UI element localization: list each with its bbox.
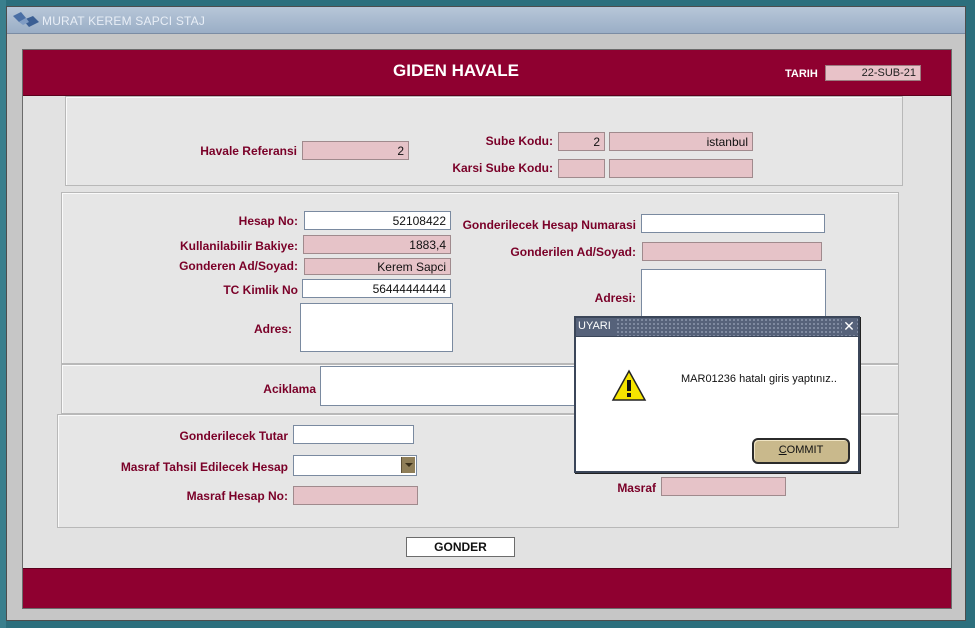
hesap-no-input[interactable]: 52108422 <box>304 211 451 230</box>
gonderen-label: Gonderen Ad/Soyad: <box>179 259 298 273</box>
send-button[interactable]: GONDER <box>406 537 515 557</box>
hesap-no-label: Hesap No: <box>238 214 298 228</box>
commit-button-label: OMMIT <box>786 444 824 456</box>
date-field: 22-SUB-21 <box>825 65 921 81</box>
aciklama-label: Aciklama <box>263 382 316 396</box>
dialog-body: MAR01236 hatalı giris yaptınız.. COMMIT <box>576 336 858 471</box>
close-icon[interactable]: ✕ <box>842 319 856 334</box>
tc-input[interactable]: 56444444444 <box>302 279 451 298</box>
karsi-sube-field[interactable] <box>558 159 605 178</box>
masraf-field[interactable] <box>661 477 786 496</box>
tc-label: TC Kimlik No <box>223 283 298 297</box>
adres-textarea[interactable] <box>300 303 453 352</box>
commit-button-mnemonic: C <box>778 444 787 456</box>
reference-panel: Havale Referansi 2 Sube Kodu: 2 istanbul… <box>65 96 903 186</box>
sube-name-field[interactable]: istanbul <box>609 132 753 151</box>
karsi-sube-label: Karsi Sube Kodu: <box>452 161 553 175</box>
date-label: TARIH <box>785 68 818 80</box>
masraf-hesap-no-field[interactable] <box>293 486 418 505</box>
dialog-title: UYARI <box>576 318 615 336</box>
page-title: GIDEN HAVALE <box>393 61 519 80</box>
warning-icon <box>611 369 647 401</box>
app-logo-icon <box>13 12 39 27</box>
bakiye-field[interactable]: 1883,4 <box>303 235 451 254</box>
masraf-hesap-label: Masraf Tahsil Edilecek Hesap <box>120 460 288 474</box>
havale-ref-field[interactable]: 2 <box>302 141 409 160</box>
masraf-label: Masraf <box>617 481 656 495</box>
app-window: MURAT KEREM SAPCI STAJ GIDEN HAVALE TARI… <box>6 6 966 621</box>
target-adres-label: Adresi: <box>594 291 636 305</box>
warning-dialog: UYARI ✕ MAR01236 hatalı giris yaptınız..… <box>574 316 860 473</box>
dialog-titlebar[interactable]: UYARI ✕ <box>576 318 858 336</box>
tutar-label: Gonderilecek Tutar <box>179 429 288 443</box>
form-header: GIDEN HAVALE TARIH 22-SUB-21 <box>23 50 951 96</box>
bakiye-label: Kullanilabilir Bakiye: <box>179 239 298 253</box>
target-hesap-label: Gonderilecek Hesap Numarasi <box>462 218 636 232</box>
commit-button[interactable]: COMMIT <box>752 438 850 464</box>
aciklama-input[interactable] <box>320 366 582 406</box>
masraf-hesap-select[interactable] <box>293 455 417 476</box>
sube-kodu-label: Sube Kodu: <box>485 134 553 148</box>
dialog-message: MAR01236 hatalı giris yaptınız.. <box>681 373 837 385</box>
karsi-sube-name-field[interactable] <box>609 159 753 178</box>
window-titlebar[interactable]: MURAT KEREM SAPCI STAJ <box>7 7 965 34</box>
sube-kodu-field[interactable]: 2 <box>558 132 605 151</box>
target-name-label: Gonderilen Ad/Soyad: <box>510 245 636 259</box>
gonderen-field[interactable]: Kerem Sapci <box>304 258 451 275</box>
window-title: MURAT KEREM SAPCI STAJ <box>42 14 206 28</box>
havale-ref-label: Havale Referansi <box>200 144 297 158</box>
target-hesap-input[interactable] <box>641 214 825 233</box>
masraf-hesap-no-label: Masraf Hesap No: <box>186 489 288 503</box>
chevron-down-icon[interactable] <box>401 457 415 473</box>
target-name-field[interactable] <box>642 242 822 261</box>
adres-label: Adres: <box>253 322 292 336</box>
tutar-input[interactable] <box>293 425 414 444</box>
form-footer <box>23 568 951 608</box>
